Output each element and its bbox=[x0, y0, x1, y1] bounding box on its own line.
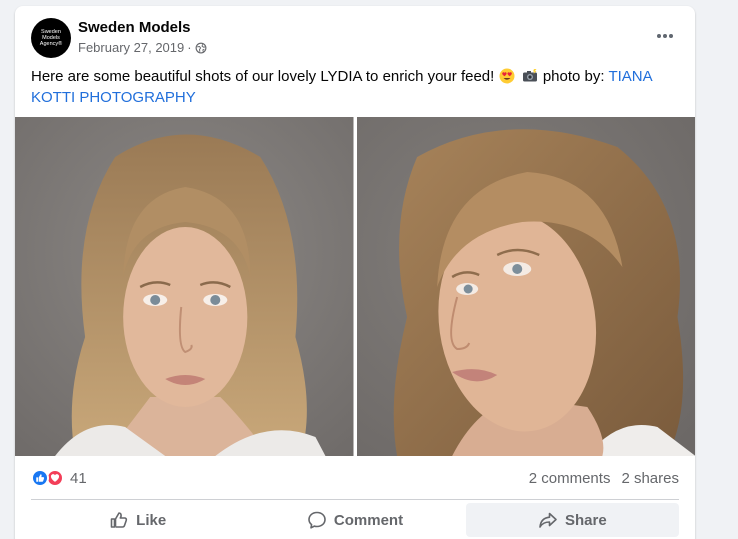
meta-separator: · bbox=[187, 40, 192, 55]
page-name-link[interactable]: Sweden Models bbox=[78, 19, 191, 36]
reaction-count: 41 bbox=[70, 469, 87, 487]
more-dot-icon bbox=[669, 34, 674, 38]
post-text-body: Here are some beautiful shots of our lov… bbox=[31, 68, 495, 85]
share-arrow-icon bbox=[539, 512, 557, 528]
photo-grid bbox=[15, 117, 695, 456]
post-text: Here are some beautiful shots of our lov… bbox=[31, 66, 671, 108]
post-actions: Like Comment Share bbox=[31, 503, 679, 537]
post-header: Sweden Models Agency® Sweden Models Febr… bbox=[15, 6, 695, 64]
comment-button[interactable]: Comment bbox=[248, 503, 461, 537]
photo-lydia-side[interactable] bbox=[356, 117, 695, 456]
post-card: Sweden Models Agency® Sweden Models Febr… bbox=[15, 6, 695, 539]
comments-count-link[interactable]: 2 comments bbox=[529, 470, 611, 487]
action-divider bbox=[31, 499, 679, 500]
like-button[interactable]: Like bbox=[31, 503, 244, 537]
post-date[interactable]: February 27, 2019 bbox=[78, 40, 184, 55]
engagement-counts: 2 comments 2 shares bbox=[529, 470, 679, 487]
more-options-button[interactable] bbox=[653, 26, 677, 46]
share-label: Share bbox=[564, 511, 607, 529]
shares-count-link[interactable]: 2 shares bbox=[621, 470, 679, 487]
more-dot-icon bbox=[656, 34, 661, 38]
post-meta: February 27, 2019 · bbox=[78, 40, 207, 55]
post-stats: 41 2 comments 2 shares bbox=[31, 466, 679, 490]
page-avatar[interactable]: Sweden Models Agency® bbox=[31, 18, 71, 58]
comment-label: Comment bbox=[333, 511, 404, 529]
like-reaction-icon bbox=[31, 469, 49, 487]
portrait-front-image bbox=[15, 117, 354, 456]
share-button[interactable]: Share bbox=[465, 503, 679, 537]
thumbs-up-icon bbox=[110, 512, 128, 528]
photo-lydia-front[interactable] bbox=[15, 117, 354, 456]
globe-icon[interactable] bbox=[195, 42, 207, 54]
more-dot-icon bbox=[663, 34, 667, 38]
heart-eyes-emoji bbox=[499, 68, 515, 84]
camera-with-flash-emoji bbox=[522, 69, 537, 82]
like-label: Like bbox=[136, 511, 167, 529]
post-text-credit: photo by: bbox=[542, 68, 605, 85]
portrait-side-image bbox=[356, 117, 695, 456]
comment-bubble-icon bbox=[308, 511, 326, 529]
reactions-summary[interactable]: 41 bbox=[31, 469, 87, 487]
avatar-text-line-3: Agency® bbox=[39, 41, 63, 47]
